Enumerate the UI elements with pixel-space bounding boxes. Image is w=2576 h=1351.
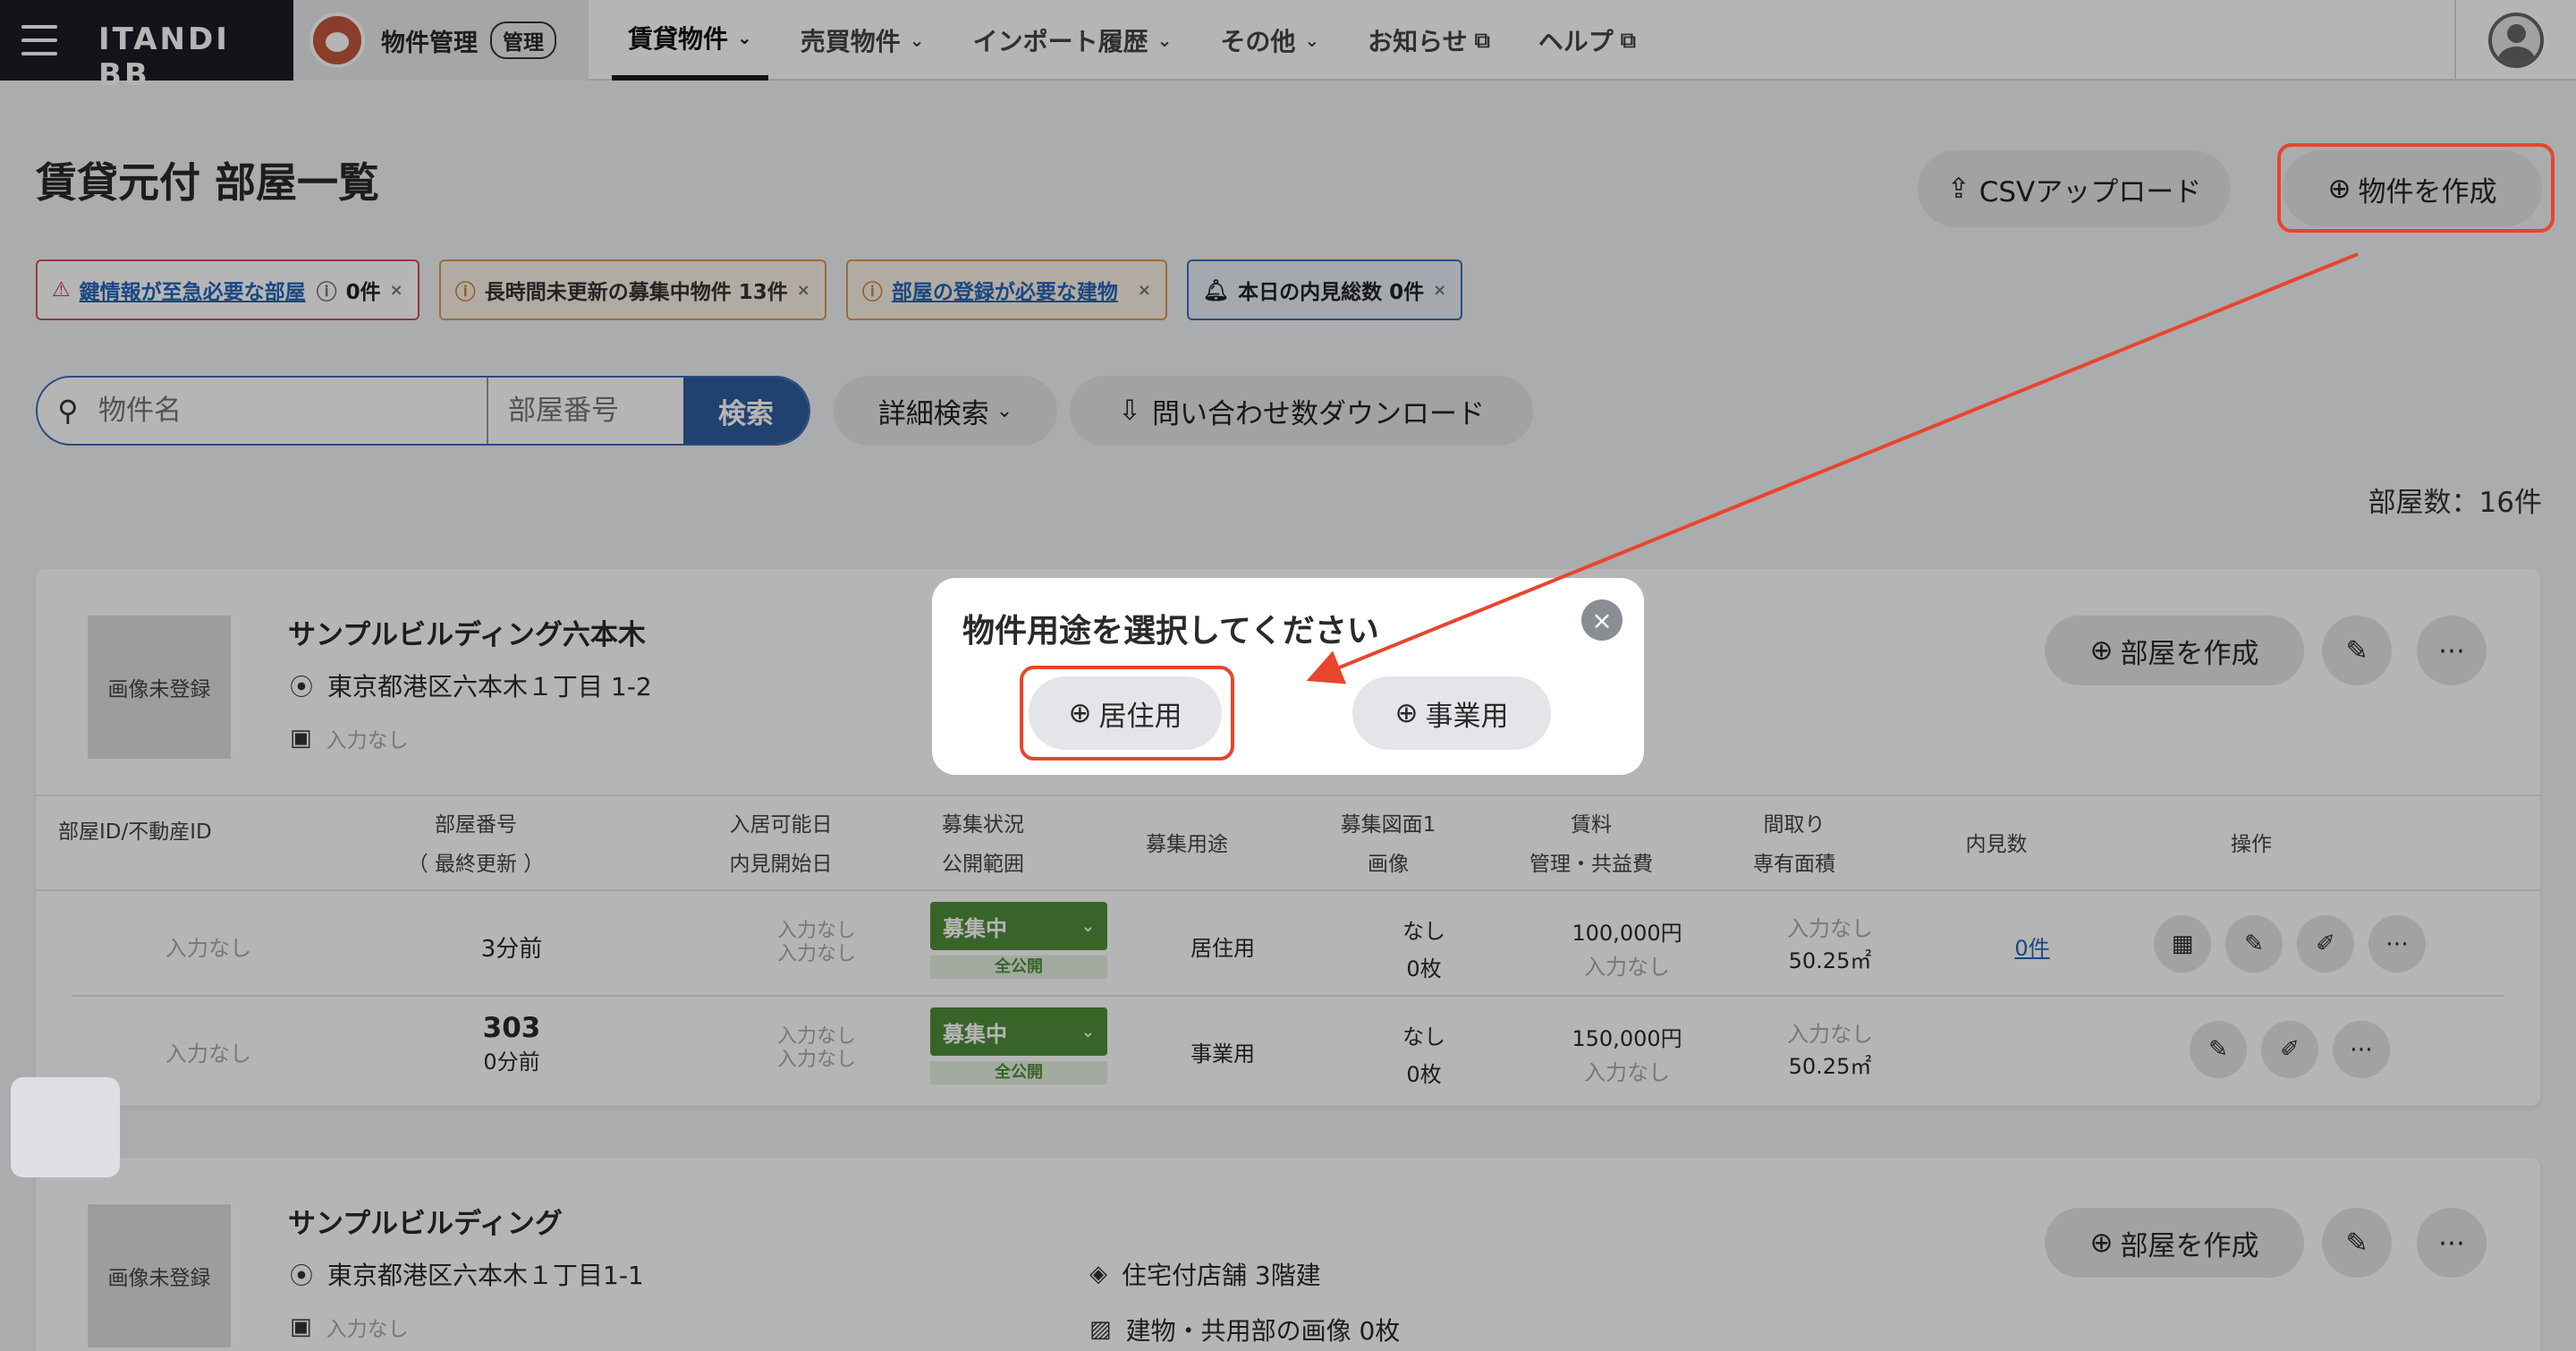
business-button[interactable]: ⊕ 事業用 [1352,676,1551,750]
modal-title: 物件用途を選択してください [962,613,1379,650]
business-label: 事業用 [1425,700,1509,733]
highlight-residential [1020,666,1234,760]
plus-circle-icon: ⊕ [1394,697,1419,729]
highlight-create-property [2277,143,2555,233]
close-icon[interactable]: × [1581,599,1623,641]
floating-widget[interactable] [11,1077,120,1177]
